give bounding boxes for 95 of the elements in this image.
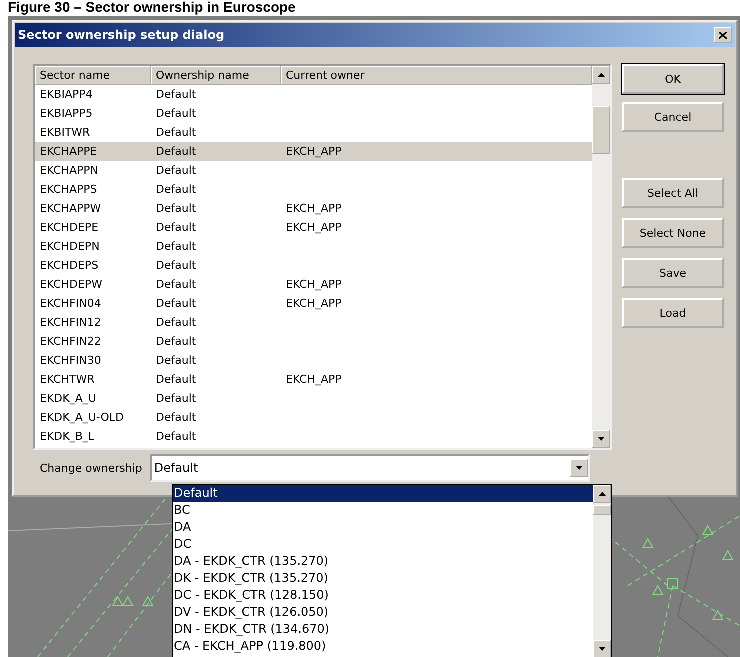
table-cell-text: Default [155,429,198,445]
list-row[interactable]: EKBITWR Default [35,123,592,142]
table-cell-text: Default [155,239,198,255]
table-cell-text: EKCH_APP [285,296,343,312]
table-cell-text: Default [155,353,198,369]
dropdown-option[interactable]: DK - EKDK_CTR (135.270) [173,570,593,587]
table-cell-text: EKCH_APP [285,144,343,160]
dropdown-option[interactable]: DC - EKDK_CTR (128.150) [173,587,593,604]
table-cell-text: EKCH_APP [285,277,343,293]
close-icon[interactable] [714,27,732,43]
table-cell-text: Default [155,182,198,198]
list-row[interactable]: EKCHAPPE Default EKCH_APP [35,142,592,161]
table-cell-text: Default [155,372,198,388]
list-row[interactable]: EKCHAPPS Default [35,180,592,199]
scroll-thumb[interactable] [592,106,610,154]
table-cell-text: EKBIAPP4 [39,87,94,103]
table-cell-text: Default [155,296,198,312]
dropdown-option[interactable]: DV - EKDK_CTR (126.050) [173,604,593,621]
list-row[interactable]: EKBIAPP5 Default [35,104,592,123]
dropdown-option[interactable]: Default [173,485,593,502]
list-row[interactable]: EKCHDEPW Default EKCH_APP [35,275,592,294]
table-cell-text: EKDK_A_U [39,391,98,407]
dialog-button[interactable]: Save [622,258,724,288]
table-cell-text: Default [155,125,198,141]
table-cell-text: EKBITWR [39,125,92,141]
table-cell-text: Default [155,410,198,426]
scrollbar[interactable] [592,66,610,448]
table-cell-text: Default [155,277,198,293]
list-row[interactable]: EKDK_B_L Default [35,427,592,446]
dialog-button[interactable]: Cancel [622,102,724,132]
table-cell-text: EKCHFIN12 [39,315,102,331]
field-label: Change ownership [40,462,142,474]
ownership-dropdown[interactable]: Default [150,454,590,482]
table-cell-text: EKDK_B_L [39,429,96,445]
dropdown-option[interactable]: DA - EKDK_CTR (135.270) [173,553,593,570]
list-row[interactable]: EKDK_A_U Default [35,389,592,408]
column-header[interactable]: Current owner [281,66,592,85]
table-cell-text: Default [155,201,198,217]
table-cell-text: EKCHDEPS [39,258,100,274]
list-row[interactable]: EKCHDEPS Default [35,256,592,275]
table-cell-text: EKCHAPPN [39,163,100,179]
scroll-down-icon[interactable] [593,640,611,657]
dialog-button[interactable]: Select None [622,218,724,248]
list-row[interactable]: EKCHDEPN Default [35,237,592,256]
scroll-up-icon[interactable] [592,66,610,84]
table-cell-text: EKCHAPPW [39,201,102,217]
table-cell-text: Default [155,391,198,407]
list-row[interactable]: EKCHAPPW Default EKCH_APP [35,199,592,218]
dropdown-option[interactable]: DC [173,536,593,553]
list-row[interactable]: EKCHAPPN Default [35,161,592,180]
dropdown-option[interactable]: CA - EKCH_APP (119.800) [173,638,593,655]
table-cell-text: EKDK_A_U-OLD [39,410,125,426]
dropdown-option[interactable]: BC [173,502,593,519]
dialog-button[interactable]: OK [622,64,724,94]
dialog-button[interactable]: Load [622,298,724,328]
table-cell-text: EKCHAPPE [39,144,98,160]
table-cell-text: EKCHDEPN [39,239,101,255]
window-title: Sector ownership setup dialog [18,28,225,42]
list-row[interactable]: EKCHFIN22 Default [35,332,592,351]
table-cell-text: Default [155,163,198,179]
column-header[interactable]: Ownership name [151,66,281,85]
table-cell-text: EKCHTWR [39,372,96,388]
table-cell-text: EKBIAPP5 [39,106,94,122]
scroll-up-icon[interactable] [593,485,611,503]
scroll-thumb[interactable] [593,505,611,515]
dropdown-option[interactable]: DA [173,519,593,536]
figure-caption: Figure 30 – Sector ownership in Euroscope [7,0,296,14]
list-row[interactable]: EKBIAPP4 Default [35,85,592,104]
list-row[interactable]: EKDK_A_U-OLD Default [35,408,592,427]
list-row[interactable]: EKCHFIN12 Default [35,313,592,332]
table-cell-text: EKCHFIN04 [39,296,102,312]
dialog-button[interactable]: Select All [622,178,724,208]
table-cell-text: EKCH_APP [285,201,343,217]
table-cell-text: Default [155,144,198,160]
list-row[interactable]: EKCHFIN04 Default EKCH_APP [35,294,592,313]
table-cell-text: EKCHFIN30 [39,353,102,369]
table-cell-text: Default [155,87,198,103]
table-cell-text: EKCH_APP [285,372,343,388]
table-cell-text: EKCH_APP [285,220,343,236]
table-cell-text: EKCHAPPS [39,182,98,198]
table-cell-text: Default [155,258,198,274]
list-row[interactable]: EKCHFIN30 Default [35,351,592,370]
table-cell-text: Default [155,106,198,122]
list-row[interactable]: EKCHDEPE Default EKCH_APP [35,218,592,237]
table-cell-text: Default [155,334,198,350]
table-cell-text: EKCHDEPW [39,277,104,293]
scrollbar[interactable] [593,485,611,657]
table-cell-text: Default [155,315,198,331]
table-cell-text: Default [155,220,198,236]
scroll-down-icon[interactable] [592,430,610,448]
list-row[interactable]: EKCHTWR Default EKCH_APP [35,370,592,389]
table-cell-text: EKCHDEPE [39,220,100,236]
column-header[interactable]: Sector name [35,66,151,85]
dropdown-option[interactable]: DN - EKDK_CTR (134.670) [173,621,593,638]
table-cell-text: EKCHFIN22 [39,334,102,350]
